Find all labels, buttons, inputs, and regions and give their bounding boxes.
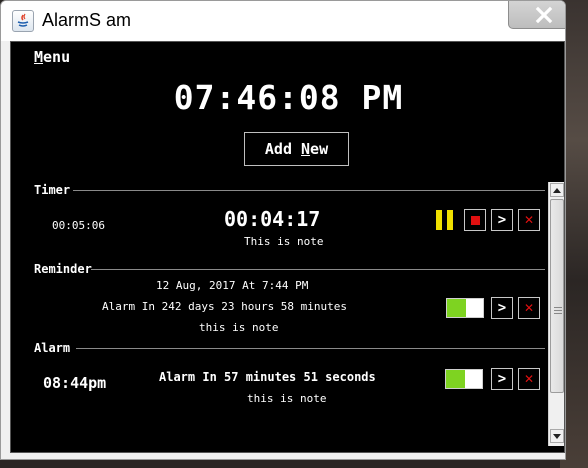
stop-button[interactable] <box>464 209 486 231</box>
reminder-countdown: Alarm In 242 days 23 hours 58 minutes <box>102 300 348 313</box>
alarm-toggle[interactable] <box>445 369 483 389</box>
app-window: AlarmS am Menu 07:46:08 PM Add New Timer… <box>0 0 566 460</box>
timer-next-button[interactable]: > <box>491 209 513 231</box>
reminder-note: this is note <box>199 321 279 334</box>
menu-button[interactable]: Menu <box>34 48 70 66</box>
caret-down-icon <box>553 433 561 439</box>
delete-icon: ✕ <box>523 301 535 315</box>
scroll-thumb[interactable] <box>550 199 564 393</box>
current-time-display: 07:46:08 PM <box>173 78 404 117</box>
window-close-button[interactable] <box>508 1 565 29</box>
scroll-down-button[interactable] <box>550 429 564 443</box>
pause-icon <box>436 210 442 230</box>
alarm-divider <box>76 348 545 349</box>
timer-delete-button[interactable]: ✕ <box>518 209 540 231</box>
pause-button[interactable] <box>436 210 456 230</box>
alarm-next-button[interactable]: > <box>491 368 513 390</box>
delete-icon: ✕ <box>523 372 535 386</box>
chevron-right-icon: > <box>497 212 507 228</box>
java-app-icon <box>12 10 34 32</box>
reminder-next-button[interactable]: > <box>491 297 513 319</box>
caret-up-icon <box>553 187 561 193</box>
timer-elapsed: 00:05:06 <box>52 219 105 232</box>
timer-section-title: Timer <box>34 183 71 197</box>
timer-remaining: 00:04:17 <box>224 207 321 231</box>
toggle-on-indicator <box>447 299 466 317</box>
alarm-countdown: Alarm In 57 minutes 51 seconds <box>159 370 376 384</box>
scroll-up-button[interactable] <box>550 183 564 197</box>
reminder-divider <box>91 269 545 270</box>
alarm-section-title: Alarm <box>34 341 71 355</box>
delete-icon: ✕ <box>523 213 535 227</box>
reminder-toggle[interactable] <box>446 298 484 318</box>
stop-icon <box>470 215 480 225</box>
add-new-button[interactable]: Add New <box>244 132 349 166</box>
alarm-note: this is note <box>247 392 327 405</box>
reminder-section-title: Reminder <box>34 262 92 276</box>
window-title: AlarmS am <box>42 10 132 30</box>
title-bar[interactable]: AlarmS am <box>1 1 565 41</box>
alarm-time: 08:44pm <box>43 374 107 392</box>
reminder-delete-button[interactable]: ✕ <box>518 297 540 319</box>
close-icon <box>535 6 553 23</box>
app-content: Menu 07:46:08 PM Add New Timer 00:05:06 … <box>10 41 565 453</box>
timer-note: This is note <box>244 235 324 248</box>
toggle-on-indicator <box>446 370 465 388</box>
grip-icon <box>554 307 562 314</box>
timer-divider <box>73 190 545 191</box>
chevron-right-icon: > <box>497 300 507 316</box>
reminder-datetime: 12 Aug, 2017 At 7:44 PM <box>156 279 309 292</box>
chevron-right-icon: > <box>497 371 507 387</box>
vertical-scrollbar[interactable] <box>548 182 564 446</box>
alarm-delete-button[interactable]: ✕ <box>518 368 540 390</box>
